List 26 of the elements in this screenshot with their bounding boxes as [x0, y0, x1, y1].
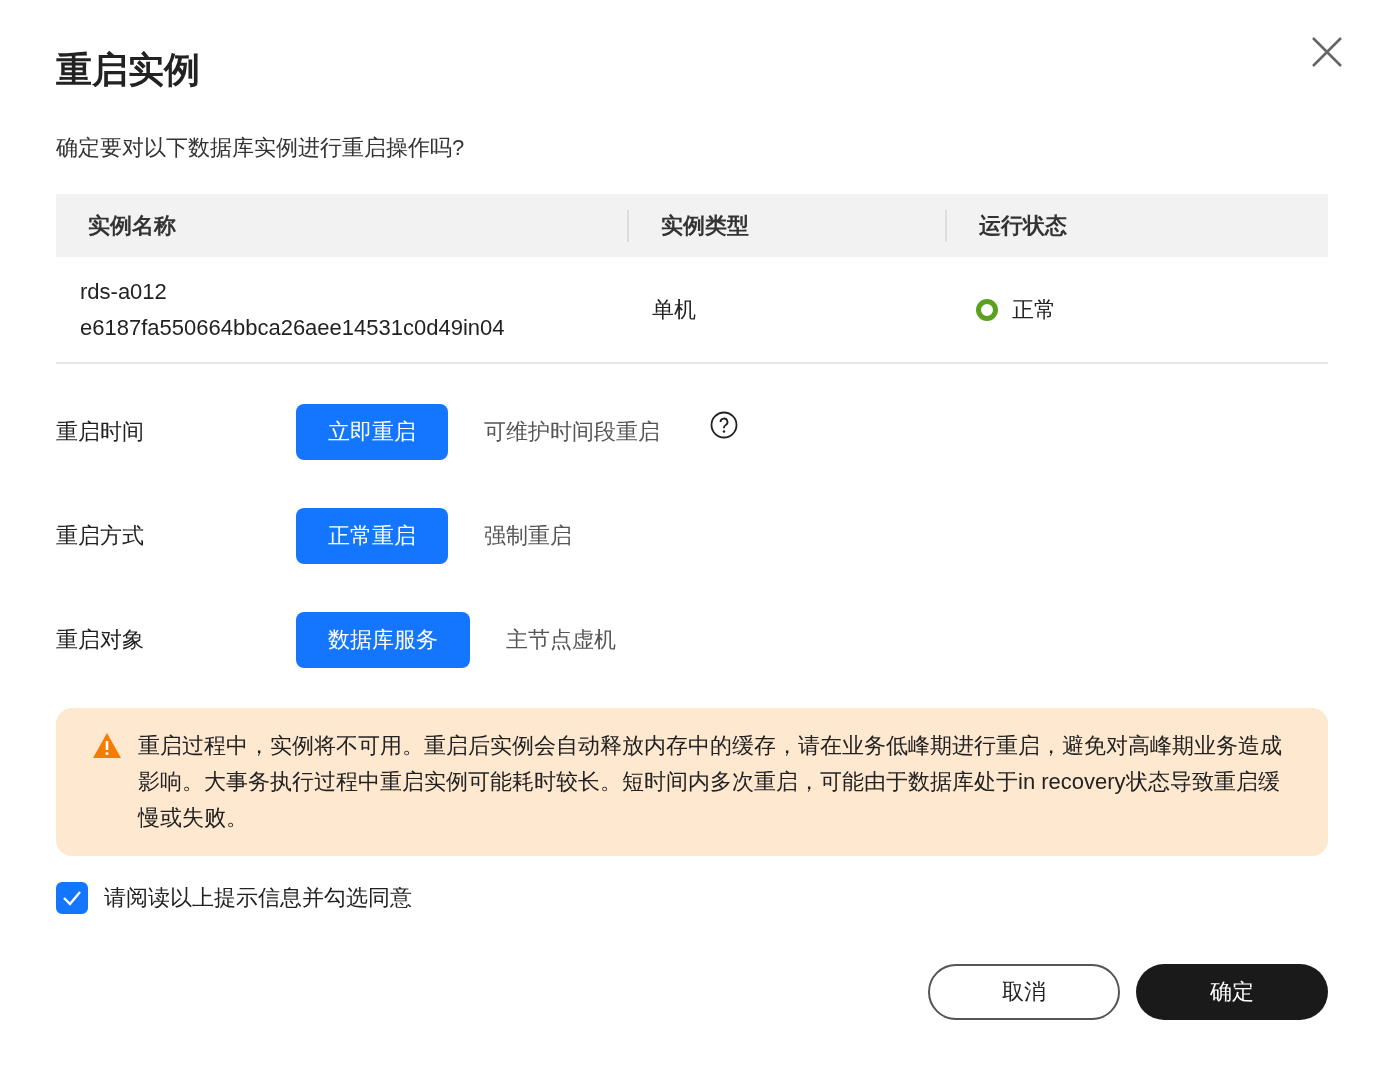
- option-button[interactable]: 强制重启: [484, 508, 572, 564]
- instance-name: rds-a012 e6187fa550664bbca26aee14531c0d49in04: [80, 277, 506, 342]
- warning-text: 重启过程中，实例将不可用。重启后实例会自动释放内存中的缓存，请在业务低峰期进行重启，避免对高峰期业务造成影响。大事务执行过程中重启实例可能耗时较长。短时间内多次重启，可能由于数据库处于in recovery状态导致重启缓慢或失败。: [138, 732, 1283, 832]
- option-label: 重启时间: [56, 418, 145, 446]
- checkmark-icon: [62, 890, 82, 906]
- column-header: 实例类型: [661, 211, 749, 240]
- option-button[interactable]: 可维护时间段重启: [484, 404, 660, 460]
- dialog-title: 重启实例: [56, 48, 200, 92]
- column-header: 运行状态: [979, 211, 1067, 240]
- column-header: 实例名称: [88, 211, 176, 240]
- status-text: 正常: [1012, 295, 1056, 324]
- option-button[interactable]: 主节点虚机: [506, 612, 616, 668]
- option-button[interactable]: 立即重启: [296, 404, 448, 460]
- confirm-prompt: 确定要对以下数据库实例进行重启操作吗?: [56, 134, 466, 162]
- option-label: 重启对象: [56, 626, 145, 654]
- instance-type: 单机: [652, 295, 696, 324]
- close-icon[interactable]: [1311, 36, 1343, 68]
- option-button[interactable]: 数据库服务: [296, 612, 470, 668]
- confirm-button[interactable]: 确定: [1136, 964, 1328, 1020]
- option-button[interactable]: 正常重启: [296, 508, 448, 564]
- agree-checkbox[interactable]: [56, 882, 88, 914]
- agree-label: 请阅读以上提示信息并勾选同意: [104, 884, 412, 912]
- warning-icon: [92, 732, 122, 759]
- option-label: 重启方式: [56, 522, 145, 550]
- help-icon[interactable]: [710, 411, 738, 439]
- cancel-button[interactable]: 取消: [928, 964, 1120, 1020]
